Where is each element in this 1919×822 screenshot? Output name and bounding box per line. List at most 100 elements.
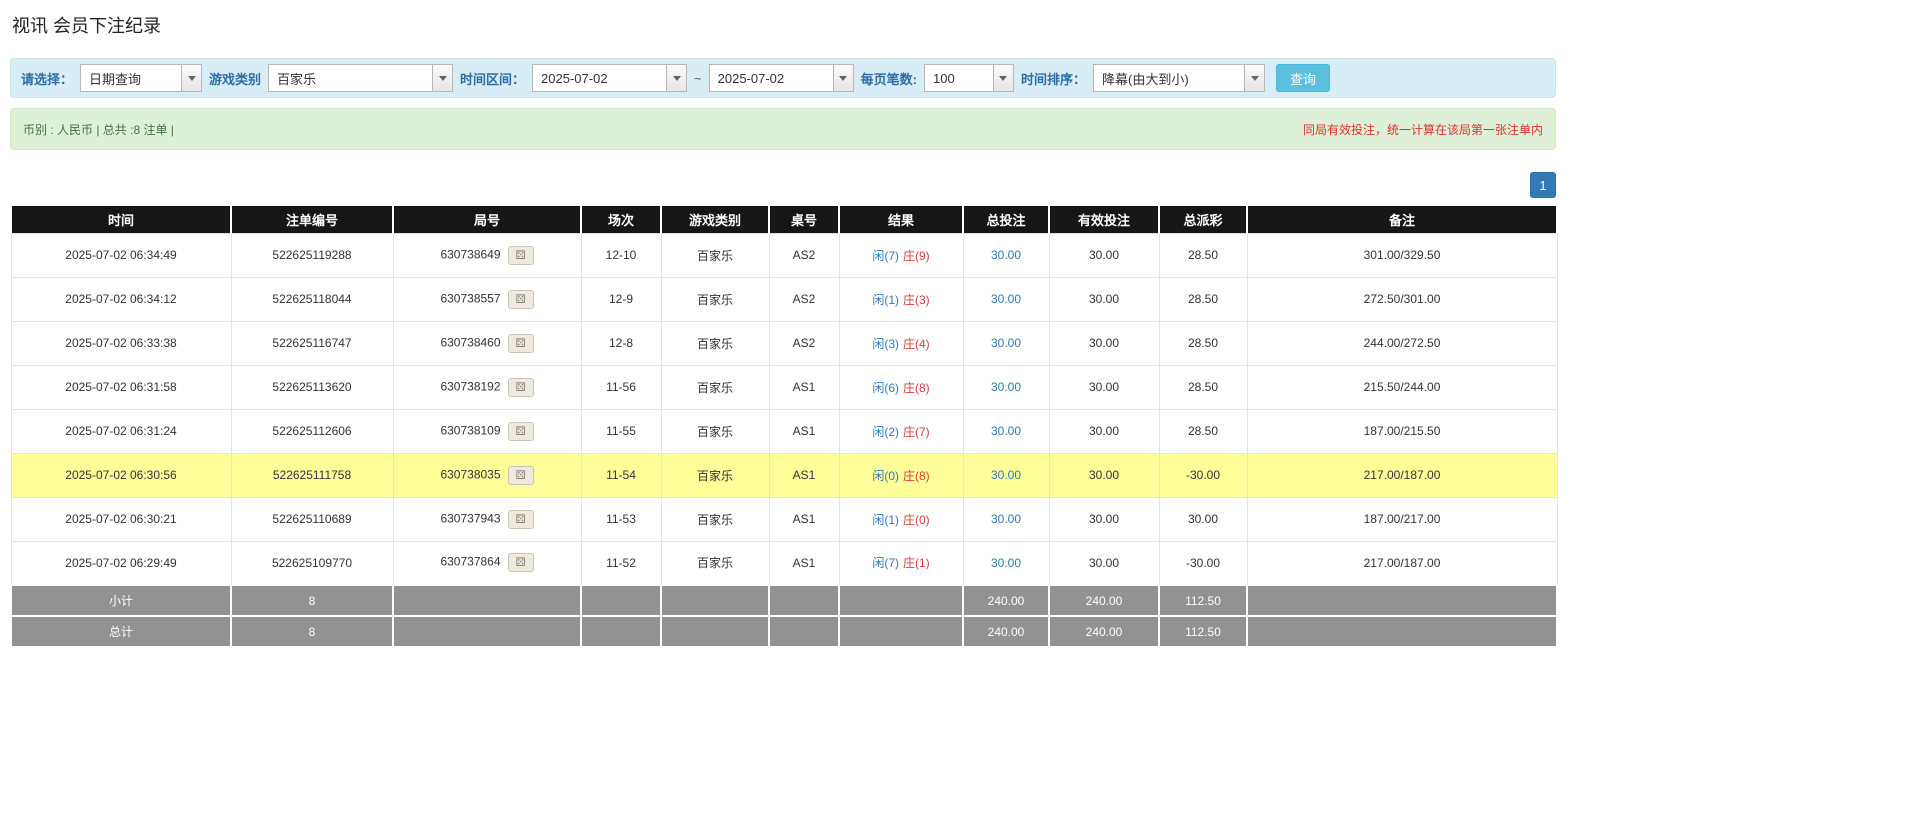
- total-bet-link[interactable]: 30.00: [991, 468, 1021, 482]
- cell-valid-bet: 30.00: [1049, 541, 1159, 585]
- cell-game-type: 百家乐: [661, 453, 769, 497]
- round-id-text: 630738109: [440, 423, 500, 437]
- footer-label: 小计: [11, 585, 231, 616]
- col-session: 场次: [581, 206, 661, 233]
- page-size-label: 每页笔数:: [861, 69, 917, 88]
- total-bet-link[interactable]: 30.00: [991, 512, 1021, 526]
- total-bet-link[interactable]: 30.00: [991, 292, 1021, 306]
- total-bet-link[interactable]: 30.00: [991, 336, 1021, 350]
- query-type-select[interactable]: 日期查询: [80, 64, 202, 92]
- cell-remark: 187.00/215.50: [1247, 409, 1557, 453]
- dice-icon[interactable]: ⚄: [508, 466, 534, 485]
- dice-icon[interactable]: ⚄: [508, 510, 534, 529]
- cell-session: 11-53: [581, 497, 661, 541]
- footer-label: 总计: [11, 616, 231, 647]
- table-row: 2025-07-02 06:30:56 522625111758 6307380…: [11, 453, 1557, 497]
- tilde-separator: ~: [694, 71, 702, 86]
- footer-valid-bet: 240.00: [1049, 616, 1159, 647]
- result-player-text: 闲(2): [872, 425, 899, 439]
- cell-valid-bet: 30.00: [1049, 497, 1159, 541]
- table-row: 2025-07-02 06:31:58 522625113620 6307381…: [11, 365, 1557, 409]
- chevron-down-icon[interactable]: [1244, 65, 1264, 91]
- table-row: 2025-07-02 06:33:38 522625116747 6307384…: [11, 321, 1557, 365]
- cell-game-type: 百家乐: [661, 233, 769, 277]
- cell-time: 2025-07-02 06:31:24: [11, 409, 231, 453]
- col-time: 时间: [11, 206, 231, 233]
- dice-icon[interactable]: ⚄: [508, 290, 534, 309]
- game-type-value: 百家乐: [269, 65, 432, 91]
- time-sort-value: 降幕(由大到小): [1094, 65, 1244, 91]
- round-id-text: 630738035: [440, 467, 500, 481]
- cell-payout: -30.00: [1159, 541, 1247, 585]
- footer-remark: [1247, 585, 1557, 616]
- cell-total-bet: 30.00: [963, 409, 1049, 453]
- col-round-id: 局号: [393, 206, 581, 233]
- cell-payout: 30.00: [1159, 497, 1247, 541]
- footer-valid-bet: 240.00: [1049, 585, 1159, 616]
- total-bet-link[interactable]: 30.00: [991, 248, 1021, 262]
- cell-valid-bet: 30.00: [1049, 453, 1159, 497]
- query-type-value: 日期查询: [81, 65, 181, 91]
- cell-total-bet: 30.00: [963, 453, 1049, 497]
- round-id-text: 630738192: [440, 379, 500, 393]
- pagination: 1: [10, 172, 1556, 198]
- total-bet-link[interactable]: 30.00: [991, 424, 1021, 438]
- footer-payout: 112.50: [1159, 616, 1247, 647]
- filter-bar: 请选择： 日期查询 游戏类别 百家乐 时间区间： 2025-07-02 ~ 20…: [10, 58, 1556, 98]
- cell-table-no: AS1: [769, 497, 839, 541]
- result-player-text: 闲(3): [872, 337, 899, 351]
- search-button[interactable]: 查询: [1276, 64, 1330, 92]
- dice-icon[interactable]: ⚄: [508, 422, 534, 441]
- cell-session: 11-52: [581, 541, 661, 585]
- page-1-button[interactable]: 1: [1530, 172, 1556, 198]
- chevron-down-icon[interactable]: [432, 65, 452, 91]
- dice-icon[interactable]: ⚄: [508, 553, 534, 572]
- cell-game-type: 百家乐: [661, 409, 769, 453]
- page-size-select[interactable]: 100: [924, 64, 1014, 92]
- footer-session: [581, 585, 661, 616]
- total-bet-link[interactable]: 30.00: [991, 380, 1021, 394]
- cell-result: 闲(0)庄(8): [839, 453, 963, 497]
- cell-result: 闲(6)庄(8): [839, 365, 963, 409]
- cell-payout: 28.50: [1159, 321, 1247, 365]
- total-bet-link[interactable]: 30.00: [991, 556, 1021, 570]
- chevron-down-icon[interactable]: [993, 65, 1013, 91]
- result-banker-text: 庄(3): [903, 293, 930, 307]
- cell-round-id: 630737943⚄: [393, 497, 581, 541]
- dice-icon[interactable]: ⚄: [508, 246, 534, 265]
- date-to-select[interactable]: 2025-07-02: [709, 64, 854, 92]
- col-result: 结果: [839, 206, 963, 233]
- dice-icon[interactable]: ⚄: [508, 378, 534, 397]
- col-game-type: 游戏类别: [661, 206, 769, 233]
- cell-time: 2025-07-02 06:33:38: [11, 321, 231, 365]
- dice-icon[interactable]: ⚄: [508, 334, 534, 353]
- chevron-down-icon[interactable]: [181, 65, 201, 91]
- col-remark: 备注: [1247, 206, 1557, 233]
- cell-result: 闲(1)庄(0): [839, 497, 963, 541]
- cell-payout: 28.50: [1159, 409, 1247, 453]
- round-id-text: 630738649: [440, 247, 500, 261]
- cell-result: 闲(7)庄(9): [839, 233, 963, 277]
- page-title: 视讯 会员下注纪录: [12, 12, 1556, 38]
- cell-session: 11-56: [581, 365, 661, 409]
- cell-bet-id: 522625110689: [231, 497, 393, 541]
- chevron-down-icon[interactable]: [666, 65, 686, 91]
- footer-total-bet: 240.00: [963, 585, 1049, 616]
- cell-total-bet: 30.00: [963, 365, 1049, 409]
- result-player-text: 闲(0): [872, 469, 899, 483]
- cell-round-id: 630737864⚄: [393, 541, 581, 585]
- cell-round-id: 630738557⚄: [393, 277, 581, 321]
- date-from-select[interactable]: 2025-07-02: [532, 64, 687, 92]
- table-foot: 小计 8 240.00 240.00 112.50 总计 8 240.00 24…: [11, 585, 1557, 647]
- time-sort-select[interactable]: 降幕(由大到小): [1093, 64, 1265, 92]
- result-banker-text: 庄(1): [903, 556, 930, 570]
- page-container: 视讯 会员下注纪录 请选择： 日期查询 游戏类别 百家乐 时间区间： 2025-…: [10, 12, 1556, 648]
- cell-payout: 28.50: [1159, 365, 1247, 409]
- cell-result: 闲(2)庄(7): [839, 409, 963, 453]
- footer-session: [581, 616, 661, 647]
- cell-time: 2025-07-02 06:34:12: [11, 277, 231, 321]
- chevron-down-icon[interactable]: [833, 65, 853, 91]
- game-type-select[interactable]: 百家乐: [268, 64, 453, 92]
- table-footer-row: 总计 8 240.00 240.00 112.50: [11, 616, 1557, 647]
- cell-table-no: AS1: [769, 365, 839, 409]
